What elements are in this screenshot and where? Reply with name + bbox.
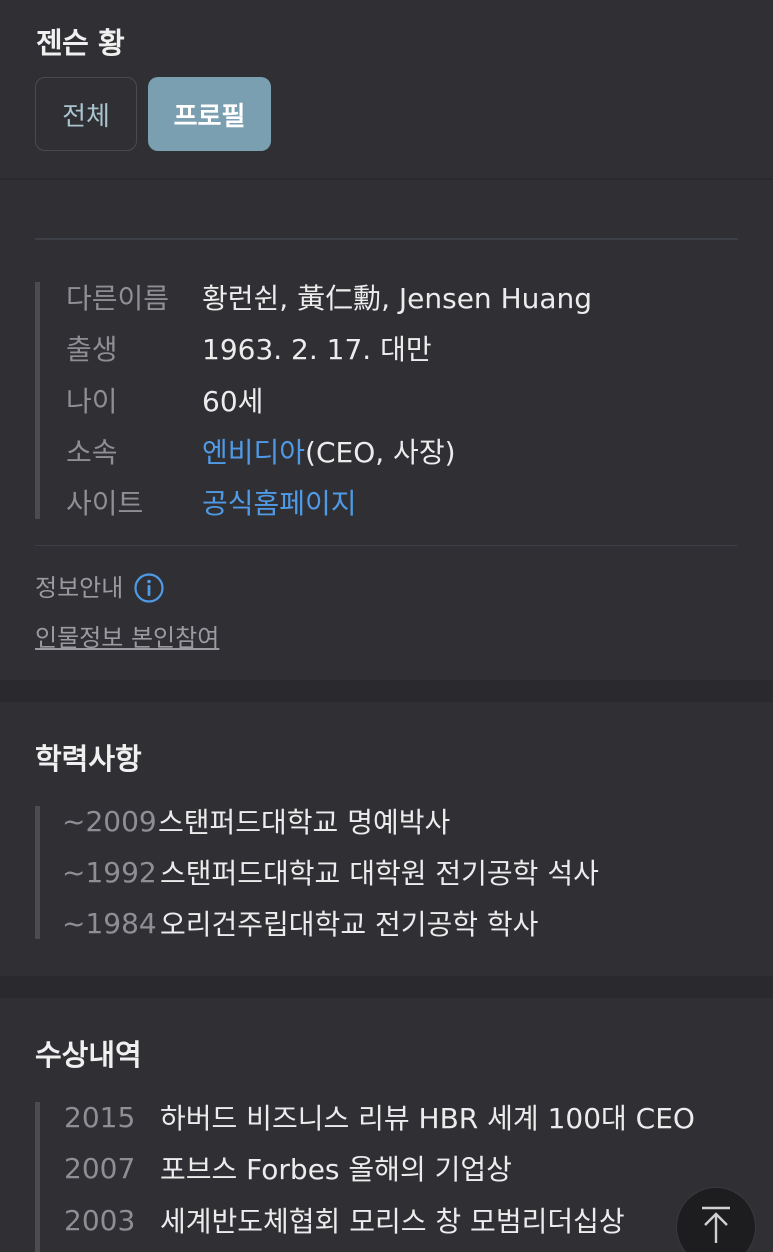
awards-title: 수상내역 <box>35 1038 142 1072</box>
info-row-other-names: 다른이름 황런쉰, 黃仁勳, Jensen Huang <box>66 277 592 317</box>
education-text: 스탠퍼드대학교 대학원 전기공학 석사 <box>160 857 599 890</box>
education-text: 스탠퍼드대학교 명예박사 <box>158 806 451 839</box>
award-text: 포브스 Forbes 올해의 기업상 <box>160 1153 512 1186</box>
education-title: 학력사항 <box>35 742 142 776</box>
info-label: 사이트 <box>66 487 144 520</box>
award-text: 하버드 비즈니스 리뷰 HBR 세계 100대 CEO <box>160 1102 695 1135</box>
info-notice[interactable]: 정보안내 <box>35 568 164 603</box>
divider <box>35 238 738 240</box>
education-text: 오리건주립대학교 전기공학 학사 <box>160 908 539 941</box>
info-value: 60세 <box>202 385 264 418</box>
list-item: ~1984 오리건주립대학교 전기공학 학사 <box>62 903 538 943</box>
profile-info-bar <box>35 282 40 519</box>
page: 젠슨 황 전체 프로필 다른이름 황런쉰, 黃仁勳, Jensen Huang … <box>0 0 773 1252</box>
info-label: 다른이름 <box>66 282 170 315</box>
homepage-link[interactable]: 공식홈페이지 <box>202 482 357 522</box>
tab-all[interactable]: 전체 <box>35 77 137 151</box>
info-value: 황런쉰, 黃仁勳, Jensen Huang <box>202 282 593 315</box>
affiliation-role: (CEO, 사장) <box>305 436 456 469</box>
education-year: ~1984 <box>62 906 157 940</box>
education-year: ~2009 <box>62 804 157 838</box>
award-year: 2007 <box>64 1151 136 1185</box>
header: 젠슨 황 전체 프로필 <box>0 0 773 178</box>
profile-section <box>0 180 773 680</box>
award-year: 2015 <box>64 1100 136 1134</box>
info-row-age: 나이 60세 <box>66 380 263 420</box>
awards-bar <box>35 1102 40 1252</box>
self-participation-link[interactable]: 인물정보 본인참여 <box>35 618 219 653</box>
info-label: 출생 <box>66 333 118 366</box>
divider <box>35 545 738 546</box>
awards-section: 수상내역 2015 하버드 비즈니스 리뷰 HBR 세계 100대 CEO 200… <box>0 998 773 1252</box>
list-item: 2007 포브스 Forbes 올해의 기업상 <box>64 1148 512 1188</box>
info-label: 소속 <box>66 436 118 469</box>
award-text: 세계반도체협회 모리스 창 모범리더십상 <box>160 1205 625 1238</box>
education-section: 학력사항 ~2009 스탠퍼드대학교 명예박사 ~1992 스탠퍼드대학교 대학원 … <box>0 702 773 976</box>
list-item: ~1992 스탠퍼드대학교 대학원 전기공학 석사 <box>62 852 599 892</box>
arrow-up-icon <box>698 1205 734 1249</box>
list-item: ~2009 스탠퍼드대학교 명예박사 <box>62 801 450 841</box>
info-value: 엔비디아(CEO, 사장) <box>202 431 456 471</box>
tab-bar: 전체 프로필 <box>35 77 271 151</box>
info-row-affiliation: 소속 엔비디아(CEO, 사장) <box>66 431 456 471</box>
list-item: 2003 세계반도체협회 모리스 창 모범리더십상 <box>64 1200 625 1240</box>
info-circle-icon[interactable] <box>133 572 164 603</box>
info-notice-label: 정보안내 <box>35 574 124 602</box>
page-title: 젠슨 황 <box>36 26 125 60</box>
info-row-birth: 출생 1963. 2. 17. 대만 <box>66 328 432 368</box>
list-item: 2015 하버드 비즈니스 리뷰 HBR 세계 100대 CEO <box>64 1097 695 1137</box>
info-row-site: 사이트 공식홈페이지 <box>66 482 357 522</box>
info-label: 나이 <box>66 385 118 418</box>
info-value: 1963. 2. 17. 대만 <box>202 333 432 366</box>
award-year: 2003 <box>64 1203 136 1237</box>
nvidia-link[interactable]: 엔비디아 <box>202 436 305 469</box>
education-bar <box>35 806 40 939</box>
tab-profile[interactable]: 프로필 <box>148 77 271 151</box>
education-year: ~1992 <box>62 855 157 889</box>
